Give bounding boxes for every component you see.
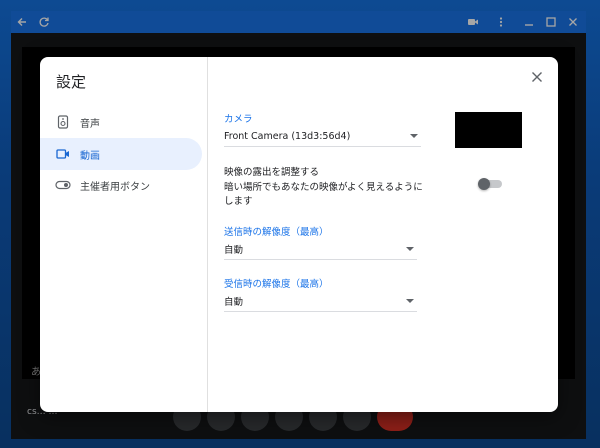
camera-select-value: Front Camera (13d3:56d4)	[224, 130, 351, 142]
videocam-icon	[55, 146, 71, 162]
camera-label: カメラ	[224, 114, 253, 125]
send-resolution-label: 送信時の解像度（最高）	[224, 227, 329, 238]
camera-select[interactable]: Front Camera (13d3:56d4)	[224, 126, 421, 147]
dialog-title: 設定	[56, 73, 87, 91]
adjust-exposure-title: 映像の露出を調整する	[224, 167, 320, 178]
nav-item-label: 音声	[80, 118, 100, 130]
dropdown-caret-icon	[410, 134, 418, 138]
nav-item-label: 主催者用ボタン	[80, 181, 150, 193]
nav-item-audio[interactable]: 音声	[40, 106, 202, 138]
send-resolution-value: 自動	[224, 245, 244, 256]
close-dialog-button[interactable]	[528, 68, 546, 86]
close-icon	[532, 72, 542, 82]
receive-resolution-select[interactable]: 自動	[224, 291, 417, 312]
toggle-icon	[55, 177, 71, 193]
send-resolution-select[interactable]: 自動	[224, 239, 417, 260]
nav-item-video[interactable]: 動画	[40, 138, 202, 170]
settings-nav: 設定 音声 動画 主催者用ボタン	[40, 57, 208, 412]
nav-item-host-controls[interactable]: 主催者用ボタン	[40, 169, 202, 201]
settings-dialog: 設定 音声 動画 主催者用ボタン カメラ Front Camera (13d3:…	[40, 57, 558, 412]
receive-resolution-label: 受信時の解像度（最高）	[224, 279, 329, 290]
receive-resolution-value: 自動	[224, 297, 244, 308]
speaker-icon	[55, 114, 71, 130]
dropdown-caret-icon	[406, 247, 414, 251]
nav-item-label: 動画	[80, 150, 100, 162]
adjust-exposure-description: 暗い場所でもあなたの映像がよく見えるようにします	[224, 182, 423, 207]
dropdown-caret-icon	[406, 299, 414, 303]
camera-preview	[455, 112, 522, 148]
adjust-exposure-toggle[interactable]	[478, 178, 502, 190]
